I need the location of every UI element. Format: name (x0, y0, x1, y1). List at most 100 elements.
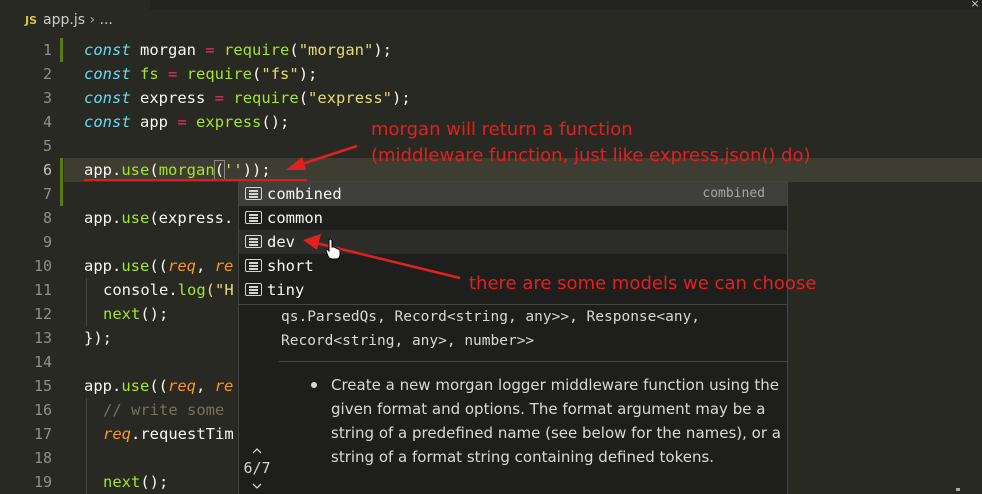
punctuation: . (168, 281, 178, 299)
punctuation: }); (84, 329, 112, 347)
line-number[interactable]: 14 (12, 350, 52, 374)
punctuation: . (112, 209, 122, 227)
suggestion-detail: combined (702, 186, 765, 201)
punctuation: ( (213, 160, 226, 180)
operator: = (205, 41, 215, 59)
indent-guide (86, 278, 87, 326)
chevron-down-icon[interactable] (251, 480, 263, 492)
string: "morgan" (298, 41, 374, 59)
line-number[interactable]: 15 (12, 374, 52, 398)
line-number[interactable]: 5 (12, 134, 52, 158)
line-number[interactable]: 11 (12, 278, 52, 302)
identifier: fs (140, 65, 159, 83)
function-name: morgan (158, 161, 215, 179)
text-value-icon (245, 187, 262, 200)
suggestion-label: common (267, 209, 323, 227)
punctuation: , (196, 377, 215, 395)
line-number[interactable]: 7 (12, 182, 52, 206)
parameter: req (168, 257, 197, 275)
code-line-19[interactable]: next(); (103, 470, 168, 494)
suggestion-item-common[interactable]: common (239, 206, 787, 230)
punctuation: (( (149, 257, 169, 275)
parameter: req (103, 425, 131, 443)
string: "express" (308, 89, 393, 107)
comment: // write some (103, 401, 225, 419)
bullet-icon (311, 382, 317, 388)
parameter: req (168, 377, 197, 395)
overload-counter: 6/7 (243, 459, 271, 477)
punctuation: ( (289, 41, 299, 59)
chevron-right-icon: › (89, 12, 96, 28)
line-number[interactable]: 10 (12, 254, 52, 278)
suggestion-label: dev (267, 233, 295, 251)
breadcrumb[interactable]: JS app.js › ... (25, 12, 113, 28)
operator: = (158, 65, 187, 83)
code-line-10[interactable]: app.use((req, re (84, 254, 233, 278)
breadcrumb-file[interactable]: app.js (43, 12, 85, 28)
line-number[interactable]: 6 (12, 158, 52, 182)
suggestion-item-dev[interactable]: dev (239, 230, 787, 254)
code-line-15[interactable]: app.use((req, re (84, 374, 233, 398)
git-added-indicator (60, 38, 63, 62)
close-icon[interactable]: × (968, 0, 982, 10)
identifier: express (130, 89, 215, 107)
suggestion-label: tiny (267, 281, 305, 299)
line-number[interactable]: 8 (12, 206, 52, 230)
line-number[interactable]: 4 (12, 110, 52, 134)
parameter: re (214, 377, 234, 395)
keyword: const (84, 113, 131, 131)
documentation-text: Create a new morgan logger middleware fu… (331, 376, 781, 466)
keyword: const (84, 41, 131, 59)
function-name: use (121, 377, 150, 395)
line-number[interactable]: 18 (12, 446, 52, 470)
line-number[interactable]: 16 (12, 398, 52, 422)
annotation-text: (middleware function, just like express.… (371, 145, 811, 166)
chevron-up-icon[interactable] (251, 445, 263, 457)
code-line-1[interactable]: const morgan = require("morgan"); (84, 38, 392, 62)
line-number[interactable]: 3 (12, 86, 52, 110)
text-value-icon (245, 211, 262, 224)
line-number[interactable]: 9 (12, 230, 52, 254)
text-value-icon (245, 235, 262, 248)
identifier: app (84, 161, 112, 179)
function-name: next (103, 305, 141, 323)
line-number[interactable]: 17 (12, 422, 52, 446)
code-line-2[interactable]: const fs = require("fs"); (84, 62, 317, 86)
line-number[interactable]: 19 (12, 470, 52, 494)
code-line-12[interactable]: next(); (103, 302, 168, 326)
suggestion-item-combined[interactable]: combined combined (239, 182, 787, 206)
breadcrumb-symbol[interactable]: ... (100, 12, 113, 28)
parameter-hint-widget[interactable]: qs.ParsedQs, Record<string, any>>, Respo… (238, 304, 788, 494)
punctuation: (( (149, 377, 169, 395)
punctuation: ); (298, 65, 318, 83)
keyword: const (84, 89, 131, 107)
suggestion-label: short (267, 257, 314, 275)
code-line-13[interactable]: }); (84, 326, 112, 350)
code-line-8[interactable]: app.use(express. (84, 206, 233, 230)
punctuation: ( (252, 65, 262, 83)
identifier: .requestTim (131, 425, 234, 443)
line-number[interactable]: 2 (12, 62, 52, 86)
annotation-text: there are some models we can choose (469, 273, 817, 294)
punctuation: . (112, 257, 122, 275)
code-line-17[interactable]: req.requestTim (103, 422, 234, 446)
code-line-16[interactable]: // write some (103, 398, 224, 422)
line-number[interactable]: 13 (12, 326, 52, 350)
code-line-3[interactable]: const express = require("express"); (84, 86, 411, 110)
identifier: morgan (130, 41, 206, 59)
punctuation: . (112, 377, 122, 395)
punctuation: ); (373, 41, 393, 59)
parameter: re (214, 257, 234, 275)
function-name: use (121, 161, 150, 179)
code-line-11[interactable]: console.log("H (103, 278, 234, 302)
line-number[interactable]: 12 (12, 302, 52, 326)
identifier: app (84, 377, 112, 395)
divider (279, 361, 787, 362)
function-name: next (103, 473, 141, 491)
code-line-4[interactable]: const app = express(); (84, 110, 289, 134)
punctuation: . (112, 161, 122, 179)
scroll-indicator (956, 488, 960, 491)
line-number[interactable]: 1 (12, 38, 52, 62)
function-name: use (121, 209, 150, 227)
